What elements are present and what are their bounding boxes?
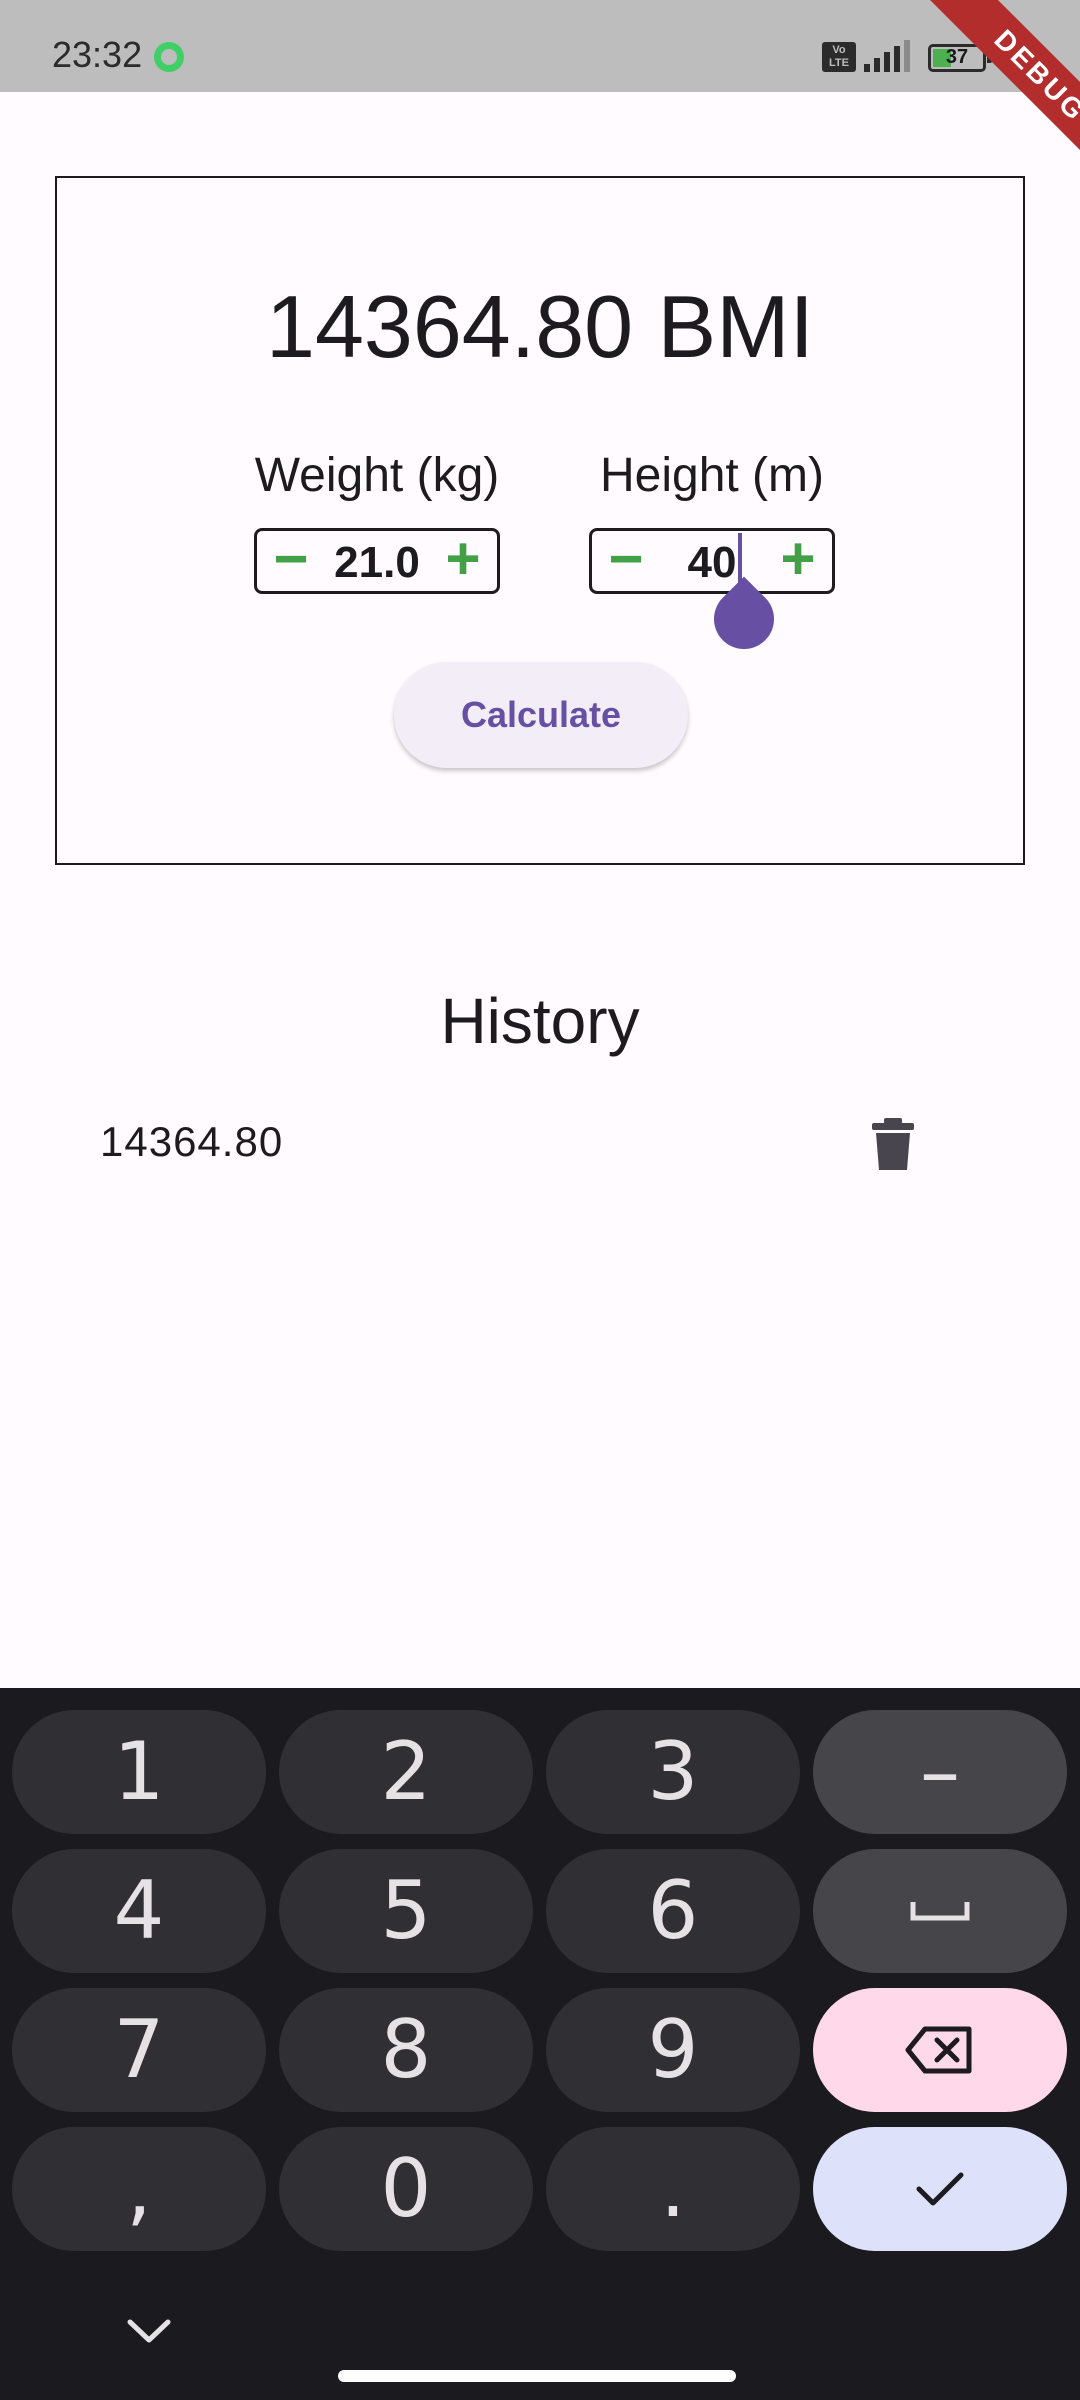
height-decrement-button[interactable]: − (596, 529, 656, 591)
key-done[interactable] (813, 2127, 1067, 2251)
bmi-result: 14364.80 BMI (266, 277, 814, 376)
numeric-keyboard: 1 2 3 – 4 5 6 7 8 9 , 0 . (0, 1688, 1080, 2400)
space-icon (813, 1849, 1067, 1973)
backspace-icon (813, 1988, 1067, 2112)
height-increment-button[interactable]: + (768, 529, 828, 591)
gesture-nav-handle[interactable] (338, 2370, 736, 2382)
key-backspace[interactable] (813, 1988, 1067, 2112)
key-3[interactable]: 3 (546, 1710, 800, 1834)
checkmark-icon (813, 2127, 1067, 2251)
height-input[interactable]: 40 (652, 531, 772, 591)
height-stepper: − 40 + (589, 528, 835, 662)
weight-increment-button[interactable]: + (433, 529, 493, 591)
key-space[interactable] (813, 1849, 1067, 1973)
key-7[interactable]: 7 (12, 1988, 266, 2112)
app-notification-icon (154, 42, 184, 72)
weight-input[interactable]: 21.0 (317, 531, 437, 591)
key-0[interactable]: 0 (279, 2127, 533, 2251)
calculator-card: 14364.80 BMI Weight (kg) − 21.0 + Height… (55, 176, 1025, 865)
key-9[interactable]: 9 (546, 1988, 800, 2112)
weight-stepper: − 21.0 + (254, 528, 500, 594)
key-8[interactable]: 8 (279, 1988, 533, 2112)
key-comma[interactable]: , (12, 2127, 266, 2251)
height-label: Height (m) (599, 449, 825, 502)
volte-icon: Vo LTE (822, 42, 856, 72)
key-period[interactable]: . (546, 2127, 800, 2251)
key-2[interactable]: 2 (279, 1710, 533, 1834)
history-title: History (440, 985, 640, 1057)
debug-banner: DEBUG (900, 0, 1080, 180)
key-5[interactable]: 5 (279, 1849, 533, 1973)
key-minus[interactable]: – (813, 1710, 1067, 1834)
weight-label: Weight (kg) (254, 449, 500, 502)
keyboard-hide-icon[interactable] (126, 2316, 172, 2351)
calculate-button[interactable]: Calculate (394, 662, 688, 768)
history-list-item: 14364.80 (0, 1100, 1080, 1190)
status-time: 23:32 (52, 34, 143, 75)
key-4[interactable]: 4 (12, 1849, 266, 1973)
key-6[interactable]: 6 (546, 1849, 800, 1973)
delete-icon[interactable] (872, 1118, 914, 1170)
key-1[interactable]: 1 (12, 1710, 266, 1834)
debug-banner-label: DEBUG (909, 0, 1080, 180)
weight-decrement-button[interactable]: − (261, 529, 321, 591)
history-value: 14364.80 (100, 1118, 284, 1165)
